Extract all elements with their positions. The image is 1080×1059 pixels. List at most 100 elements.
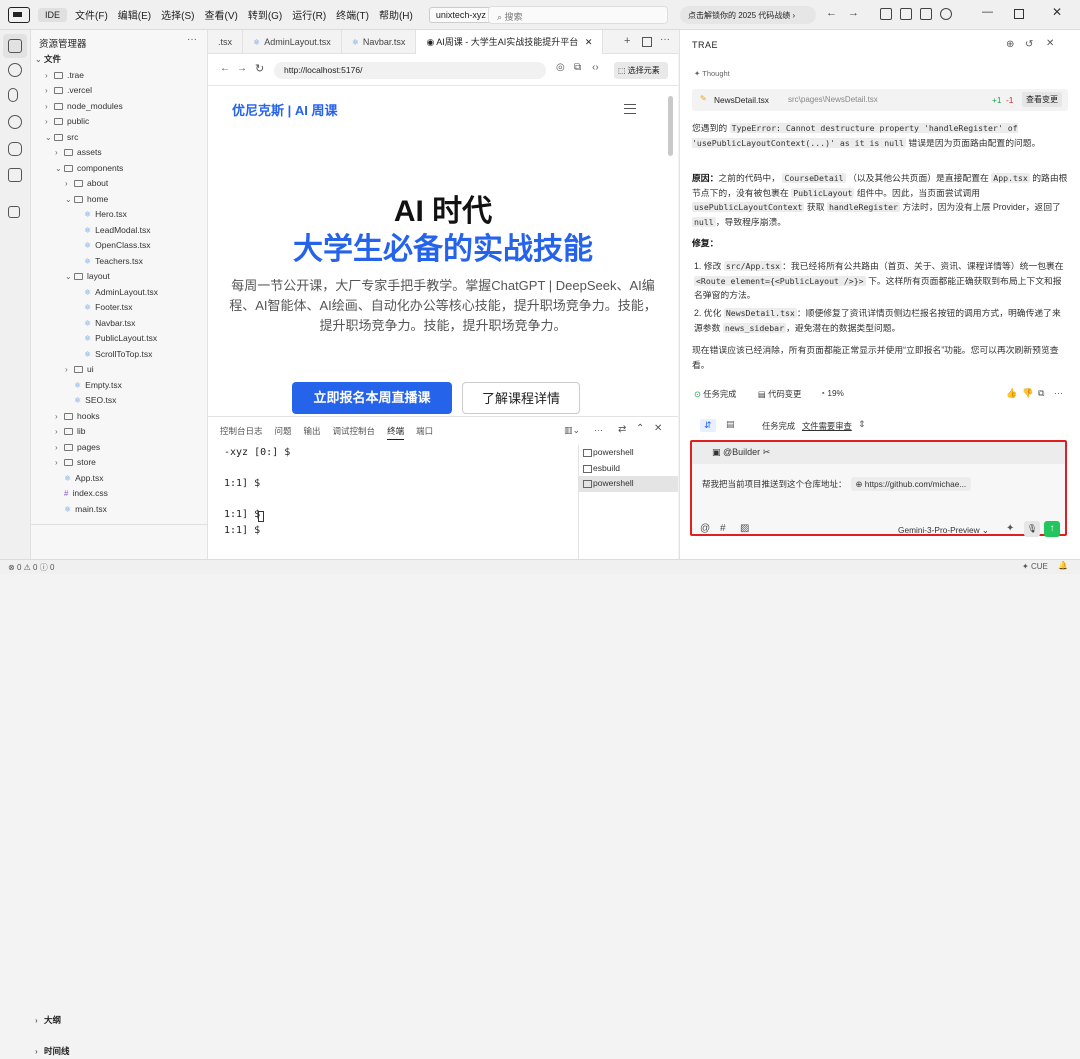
tree-folder[interactable]: ⌄src	[31, 130, 207, 146]
close-tab-icon[interactable]: ✕	[585, 37, 593, 47]
menu-item[interactable]: 文件(F)	[75, 7, 108, 22]
terminal-instance[interactable]: powershell	[579, 476, 678, 492]
menu-item[interactable]: 编辑(E)	[118, 7, 151, 22]
close-icon[interactable]: ✕	[1046, 38, 1054, 49]
split-editor-icon[interactable]	[642, 37, 652, 47]
tree-file[interactable]: ⚛ScrollToTop.tsx	[31, 347, 207, 363]
tree-file[interactable]: ⚛PublicLayout.tsx	[31, 331, 207, 347]
menu-item[interactable]: 终端(T)	[336, 7, 369, 22]
tree-folder[interactable]: ›hooks	[31, 409, 207, 425]
tree-file[interactable]: ⚛App.tsx	[31, 471, 207, 487]
tree-file[interactable]: #index.css	[31, 486, 207, 502]
course-details-button[interactable]: 了解课程详情	[462, 382, 580, 414]
more-actions-icon[interactable]: ···	[660, 34, 670, 45]
doc-icon[interactable]: ▤	[726, 419, 735, 430]
notification-bell-icon[interactable]: 🔔	[1058, 561, 1068, 570]
cue-status[interactable]: ✦ CUE	[1022, 562, 1048, 571]
tree-file[interactable]: ⚛main.tsx	[31, 502, 207, 518]
split-terminal-icon[interactable]: ⇄	[618, 424, 626, 435]
link-chip[interactable]: ⊕ https://github.com/michae...	[851, 477, 972, 491]
debug-icon[interactable]	[8, 142, 22, 156]
model-selector[interactable]: Gemini-3-Pro-Preview ⌄	[898, 525, 989, 535]
close-panel-icon[interactable]: ✕	[654, 423, 662, 434]
menu-item[interactable]: 帮助(H)	[379, 7, 413, 22]
terminal-instance[interactable]: esbuild	[579, 461, 678, 477]
remote-icon[interactable]	[8, 168, 22, 182]
register-button[interactable]: 立即报名本周直播课	[292, 382, 452, 414]
toggle-sidebar-icon[interactable]	[880, 8, 892, 20]
file-change-card[interactable]: ✎ NewsDetail.tsx src\pages\NewsDetail.ts…	[692, 89, 1068, 111]
tree-folder[interactable]: ›.vercel	[31, 83, 207, 99]
preview-eye-icon[interactable]	[8, 115, 22, 129]
tree-file[interactable]: ⚛SEO.tsx	[31, 393, 207, 409]
tree-folder[interactable]: ›public	[31, 114, 207, 130]
source-control-icon[interactable]	[8, 88, 18, 102]
minimize-icon[interactable]: —	[982, 6, 993, 18]
code-icon[interactable]: ‹›	[592, 62, 599, 73]
tree-file[interactable]: ⚛LeadModal.tsx	[31, 223, 207, 239]
new-chat-icon[interactable]: ⊕	[1006, 39, 1014, 50]
builder-agent-tag[interactable]: ▣ @Builder ✂	[692, 442, 1065, 464]
menu-item[interactable]: 转到(G)	[248, 7, 282, 22]
panel-tab[interactable]: 输出	[304, 425, 321, 440]
layout-icon[interactable]: ▥⌄	[564, 425, 580, 436]
extensions-icon[interactable]	[8, 206, 20, 218]
tree-folder[interactable]: ⌄layout	[31, 269, 207, 285]
more-icon[interactable]: ···	[187, 34, 197, 45]
tree-folder[interactable]: ›pages	[31, 440, 207, 456]
hash-icon[interactable]: #	[720, 523, 726, 534]
open-external-icon[interactable]: ⧉	[574, 62, 581, 73]
history-icon[interactable]: ↺	[1025, 39, 1033, 50]
view-changes-button[interactable]: 查看变更	[1022, 92, 1062, 107]
new-tab-icon[interactable]: +	[624, 35, 630, 47]
tree-file[interactable]: ⚛Empty.tsx	[31, 378, 207, 394]
chat-input[interactable]: 帮我把当前项目推送到这个仓库地址：⊕ https://github.com/mi…	[702, 477, 971, 491]
mention-icon[interactable]: @	[700, 523, 710, 534]
ide-mode-button[interactable]: IDE	[38, 8, 67, 22]
timeline-section[interactable]: ›时间线	[35, 1044, 211, 1059]
select-element-button[interactable]: ⬚ 选择元素	[614, 62, 668, 79]
target-icon[interactable]: ◎	[556, 62, 565, 73]
tree-folder[interactable]: ›about	[31, 176, 207, 192]
microphone-icon[interactable]: 🎙	[1024, 521, 1040, 537]
list-icon[interactable]: ⇵	[700, 419, 716, 432]
tree-folder[interactable]: ›lib	[31, 424, 207, 440]
tree-folder[interactable]: ⌄components	[31, 161, 207, 177]
tab-preview[interactable]: ◉ AI周课 - 大学生AI实战技能提升平台 ✕	[416, 30, 603, 54]
panel-tab[interactable]: 端口	[416, 425, 433, 440]
address-input[interactable]: http://localhost:5176/	[274, 62, 546, 79]
collapse-icon[interactable]: ⌃	[636, 423, 644, 434]
promo-badge[interactable]: 点击解锁你的 2025 代码战绩 ›	[680, 6, 816, 24]
scrollbar[interactable]	[668, 96, 673, 156]
tree-file[interactable]: ⚛Hero.tsx	[31, 207, 207, 223]
explorer-icon[interactable]	[8, 39, 22, 53]
panel-tab[interactable]: 问题	[275, 425, 292, 440]
search-input[interactable]: ⌕ 搜索	[488, 6, 668, 24]
tree-file[interactable]: ⚛AdminLayout.tsx	[31, 285, 207, 301]
tree-file[interactable]: ⚛Navbar.tsx	[31, 316, 207, 332]
outline-section[interactable]: ›大纲	[35, 1013, 211, 1029]
nav-back-icon[interactable]: ←	[826, 7, 837, 19]
files-section[interactable]: ⌄文件	[31, 52, 207, 68]
close-icon[interactable]: ✕	[1052, 5, 1062, 19]
send-button[interactable]: ↑	[1044, 521, 1060, 537]
more-icon[interactable]: ···	[594, 425, 603, 435]
thumbs-up-icon[interactable]: 👍	[1006, 388, 1017, 399]
review-files-link[interactable]: 文件需要审查	[802, 420, 852, 432]
tab-partial[interactable]: .tsx	[208, 30, 243, 54]
forward-icon[interactable]: →	[237, 63, 247, 74]
toggle-panel-icon[interactable]	[900, 8, 912, 20]
menu-item[interactable]: 查看(V)	[204, 7, 237, 22]
code-changes-status[interactable]: ▤ 代码变更	[758, 388, 801, 400]
settings-gear-icon[interactable]	[940, 8, 952, 20]
hamburger-menu-icon[interactable]	[624, 104, 636, 114]
more-icon[interactable]: ···	[1054, 388, 1063, 398]
thought-label[interactable]: ✦ Thought	[694, 69, 730, 78]
tree-folder[interactable]: ›node_modules	[31, 99, 207, 115]
tree-folder[interactable]: ›ui	[31, 362, 207, 378]
menu-item[interactable]: 选择(S)	[161, 7, 194, 22]
panel-tab[interactable]: 控制台日志	[220, 425, 263, 440]
thumbs-down-icon[interactable]: 👎	[1022, 388, 1033, 399]
tree-folder[interactable]: ›assets	[31, 145, 207, 161]
image-icon[interactable]: ▨	[740, 523, 749, 534]
